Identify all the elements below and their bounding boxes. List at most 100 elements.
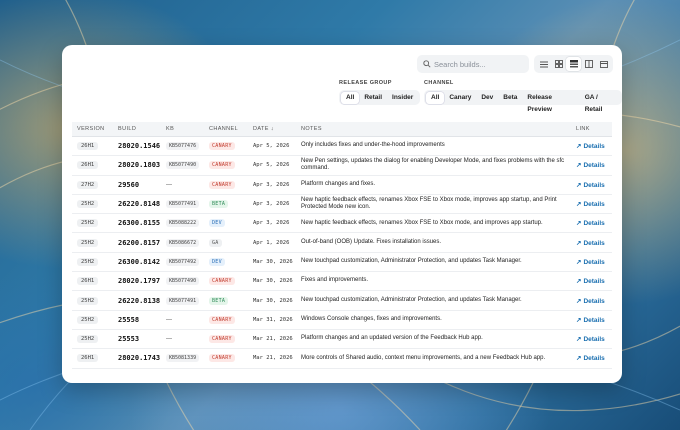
release-date: Mar 30, 2026	[253, 297, 293, 304]
table-row[interactable]: 25H2 25558 — CANARY Mar 31, 2026 Windows Cons…	[72, 310, 612, 330]
release-notes: New haptic feedback effects, renames Xbo…	[296, 194, 571, 215]
version-badge: 25H2	[77, 335, 99, 344]
arrow-up-right-icon: ↗	[576, 201, 582, 209]
channel-badge: DEV	[209, 219, 225, 228]
board-view-icon[interactable]	[581, 57, 596, 71]
release-group-option-all[interactable]: All	[341, 91, 360, 104]
channel-badge: BETA	[209, 200, 229, 209]
kb-number: —	[166, 181, 172, 188]
build-number: 26200.8157	[118, 238, 161, 247]
table-row[interactable]: 25H2 26220.8138 KB5077491 BETA Mar 30, 2026 N…	[72, 290, 612, 311]
column-header-channel[interactable]: CHANNEL	[204, 122, 248, 137]
release-group-option-retail[interactable]: Retail	[359, 92, 387, 104]
channel-badge: CANARY	[209, 335, 235, 344]
release-notes: Platform changes and an updated version …	[296, 329, 571, 350]
release-date: Apr 5, 2026	[253, 162, 290, 169]
table-row[interactable]: 26H1 28020.1797 KB5077490 CANARY Mar 30, 202…	[72, 271, 612, 292]
table-row[interactable]: 25H2 26220.8148 KB5077491 BETA Apr 3, 2026 Ne…	[72, 194, 612, 215]
version-badge: 27H2	[77, 180, 99, 189]
channel-label: CHANNEL	[424, 80, 454, 86]
details-link[interactable]: ↗ Details	[576, 220, 605, 227]
release-group-label: RELEASE GROUP	[339, 80, 392, 86]
table-row[interactable]: 25H2 25553 — CANARY Mar 21, 2026 Platform cha…	[72, 329, 612, 350]
details-link[interactable]: ↗ Details	[576, 278, 605, 285]
version-badge: 26H1	[77, 277, 99, 286]
details-link[interactable]: ↗ Details	[576, 162, 605, 169]
release-notes: New haptic feedback effects, renames Xbo…	[296, 213, 571, 234]
table-row[interactable]: 26H1 28020.1803 KB5077490 CANARY Apr 5, 2026…	[72, 155, 612, 176]
table-view-icon[interactable]	[566, 57, 581, 71]
build-number: 29560	[118, 180, 140, 189]
details-link[interactable]: ↗ Details	[576, 298, 605, 305]
channel-badge: CANARY	[209, 354, 235, 363]
channel-badge: CANARY	[209, 277, 235, 286]
release-notes: New touchpad customization, Administrato…	[296, 252, 571, 273]
column-header-date[interactable]: DATE ↓	[248, 122, 296, 137]
grid-view-icon[interactable]	[551, 57, 566, 71]
build-number: 25553	[118, 335, 140, 344]
release-group-option-insider[interactable]: Insider	[387, 92, 418, 104]
table-row[interactable]: 25H2 26200.8157 KB5086672 GA Apr 1, 2026 Out-…	[72, 232, 612, 253]
column-header-version[interactable]: VERSION	[72, 122, 113, 137]
column-header-build[interactable]: BUILD	[113, 122, 161, 137]
details-link-label: Details	[583, 220, 605, 228]
channel-option-ga-retail[interactable]: GA / Retail	[580, 92, 620, 113]
release-notes: Windows Console changes, fixes and impro…	[296, 310, 571, 330]
channel-option-beta[interactable]: Beta	[498, 92, 522, 104]
details-link[interactable]: ↗ Details	[576, 240, 605, 247]
table-row[interactable]: 25H2 26300.8142 KB5077492 DEV Mar 30, 2026 Ne…	[72, 252, 612, 273]
view-switcher	[534, 55, 613, 73]
channel-option-dev[interactable]: Dev	[476, 92, 498, 104]
channel-option-release-preview[interactable]: Release Preview	[522, 92, 579, 113]
version-badge: 25H2	[77, 200, 99, 209]
arrow-up-right-icon: ↗	[576, 355, 582, 363]
arrow-up-right-icon: ↗	[576, 181, 582, 189]
column-header-kb[interactable]: KB	[161, 122, 204, 137]
release-group-filter: All Retail Insider	[339, 90, 421, 105]
table-row[interactable]: 25H2 26300.8155 KB5088222 DEV Apr 3, 2026 New…	[72, 213, 612, 234]
channel-badge: CANARY	[209, 315, 235, 324]
channel-option-all[interactable]: All	[426, 91, 445, 104]
calendar-view-icon[interactable]	[596, 57, 611, 71]
kb-number: —	[166, 316, 172, 323]
details-link[interactable]: ↗ Details	[576, 355, 605, 362]
details-link[interactable]: ↗ Details	[576, 317, 605, 324]
column-header-notes[interactable]: NOTES	[296, 122, 571, 137]
details-link-label: Details	[583, 239, 605, 247]
kb-number: KB5088222	[166, 219, 200, 228]
details-link[interactable]: ↗ Details	[576, 336, 605, 343]
release-notes: New touchpad customization, Administrato…	[296, 290, 571, 311]
channel-badge: DEV	[209, 257, 225, 266]
details-link[interactable]: ↗ Details	[576, 259, 605, 266]
release-date: Mar 30, 2026	[253, 278, 293, 285]
details-link[interactable]: ↗ Details	[576, 201, 605, 208]
details-link[interactable]: ↗ Details	[576, 182, 605, 189]
details-link-label: Details	[583, 297, 605, 305]
search-input[interactable]: Search builds...	[434, 60, 486, 69]
table-header-row: VERSION BUILD KB CHANNEL DATE ↓ NOTES LI…	[72, 122, 612, 137]
table-row[interactable]: 26H1 28020.1743 KB5081339 CANARY Mar 21, 202…	[72, 348, 612, 369]
channel-option-canary[interactable]: Canary	[444, 92, 476, 104]
arrow-up-right-icon: ↗	[576, 316, 582, 324]
table-row[interactable]: 27H2 29560 — CANARY Apr 3, 2026 Platform chan…	[72, 175, 612, 195]
arrow-up-right-icon: ↗	[576, 220, 582, 228]
list-view-icon[interactable]	[536, 57, 551, 71]
kb-number: KB5077490	[166, 277, 200, 286]
build-number: 28020.1743	[118, 354, 161, 363]
arrow-up-right-icon: ↗	[576, 258, 582, 266]
column-header-link[interactable]: LINK	[571, 122, 612, 137]
details-link-label: Details	[583, 336, 605, 344]
build-number: 26220.8138	[118, 296, 161, 305]
build-number: 28020.1803	[118, 161, 161, 170]
release-date: Apr 5, 2026	[253, 143, 290, 150]
table-row[interactable]: 26H1 28020.1546 KB5077476 CANARY Apr 5, 2026…	[72, 136, 612, 157]
details-link-label: Details	[583, 278, 605, 286]
details-link[interactable]: ↗ Details	[576, 143, 605, 150]
release-date: Apr 3, 2026	[253, 181, 290, 188]
search-box[interactable]: Search builds...	[417, 55, 529, 73]
kb-number: KB5077476	[166, 142, 200, 151]
version-badge: 26H1	[77, 354, 99, 363]
version-badge: 25H2	[77, 257, 99, 266]
build-number: 28020.1546	[118, 142, 161, 151]
details-link-label: Details	[583, 201, 605, 209]
